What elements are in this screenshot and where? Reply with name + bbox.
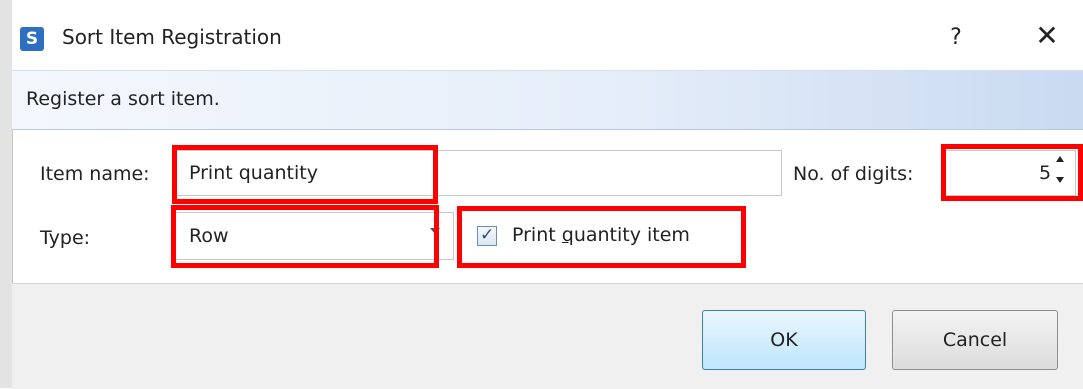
close-button[interactable]: ✕ xyxy=(1022,18,1072,54)
help-button[interactable]: ? xyxy=(936,22,976,54)
app-s-icon: S xyxy=(20,27,44,51)
sort-item-registration-dialog: S Sort Item Registration ? ✕ Register a … xyxy=(0,0,1083,389)
highlight-item-name xyxy=(172,145,438,204)
highlight-print-quantity xyxy=(457,206,746,268)
title-bar[interactable]: S Sort Item Registration ? ✕ xyxy=(12,0,1083,70)
item-name-label: Item name: xyxy=(40,163,150,185)
instruction-banner: Register a sort item. xyxy=(12,70,1083,130)
type-label: Type: xyxy=(40,227,91,249)
instruction-text: Register a sort item. xyxy=(26,88,220,110)
window-title: Sort Item Registration xyxy=(62,25,282,49)
ok-button[interactable]: OK xyxy=(702,310,866,370)
highlight-type xyxy=(171,205,439,268)
cancel-button[interactable]: Cancel xyxy=(892,310,1058,370)
digits-label: No. of digits: xyxy=(793,163,914,185)
highlight-digits xyxy=(941,144,1083,201)
